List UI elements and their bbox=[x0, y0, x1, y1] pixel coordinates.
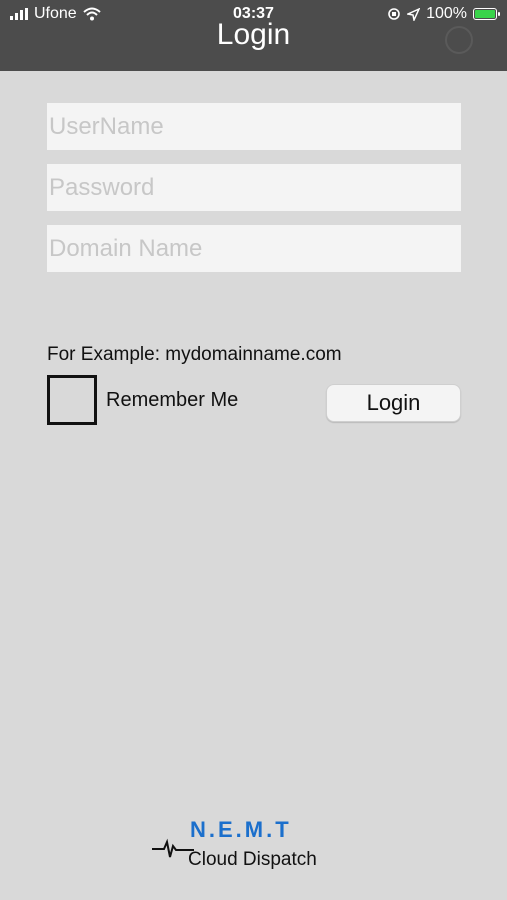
login-button[interactable]: Login bbox=[326, 384, 461, 422]
logo-subtitle: Cloud Dispatch bbox=[188, 849, 317, 870]
password-input[interactable] bbox=[47, 164, 461, 211]
page-title: Login bbox=[216, 18, 291, 51]
domain-example-text: For Example: mydomainname.com bbox=[47, 344, 342, 365]
domain-input[interactable] bbox=[47, 225, 461, 272]
nemt-logo: N.E.M.T Cloud Dispatch bbox=[150, 815, 340, 875]
circle-icon bbox=[445, 26, 473, 54]
remember-me-checkbox[interactable] bbox=[47, 375, 97, 425]
remember-me-label: Remember Me bbox=[106, 389, 239, 411]
logo-title: N.E.M.T bbox=[190, 817, 292, 842]
nav-header: Ufone 03:37 100% Login bbox=[0, 0, 507, 71]
username-input[interactable] bbox=[47, 103, 461, 150]
